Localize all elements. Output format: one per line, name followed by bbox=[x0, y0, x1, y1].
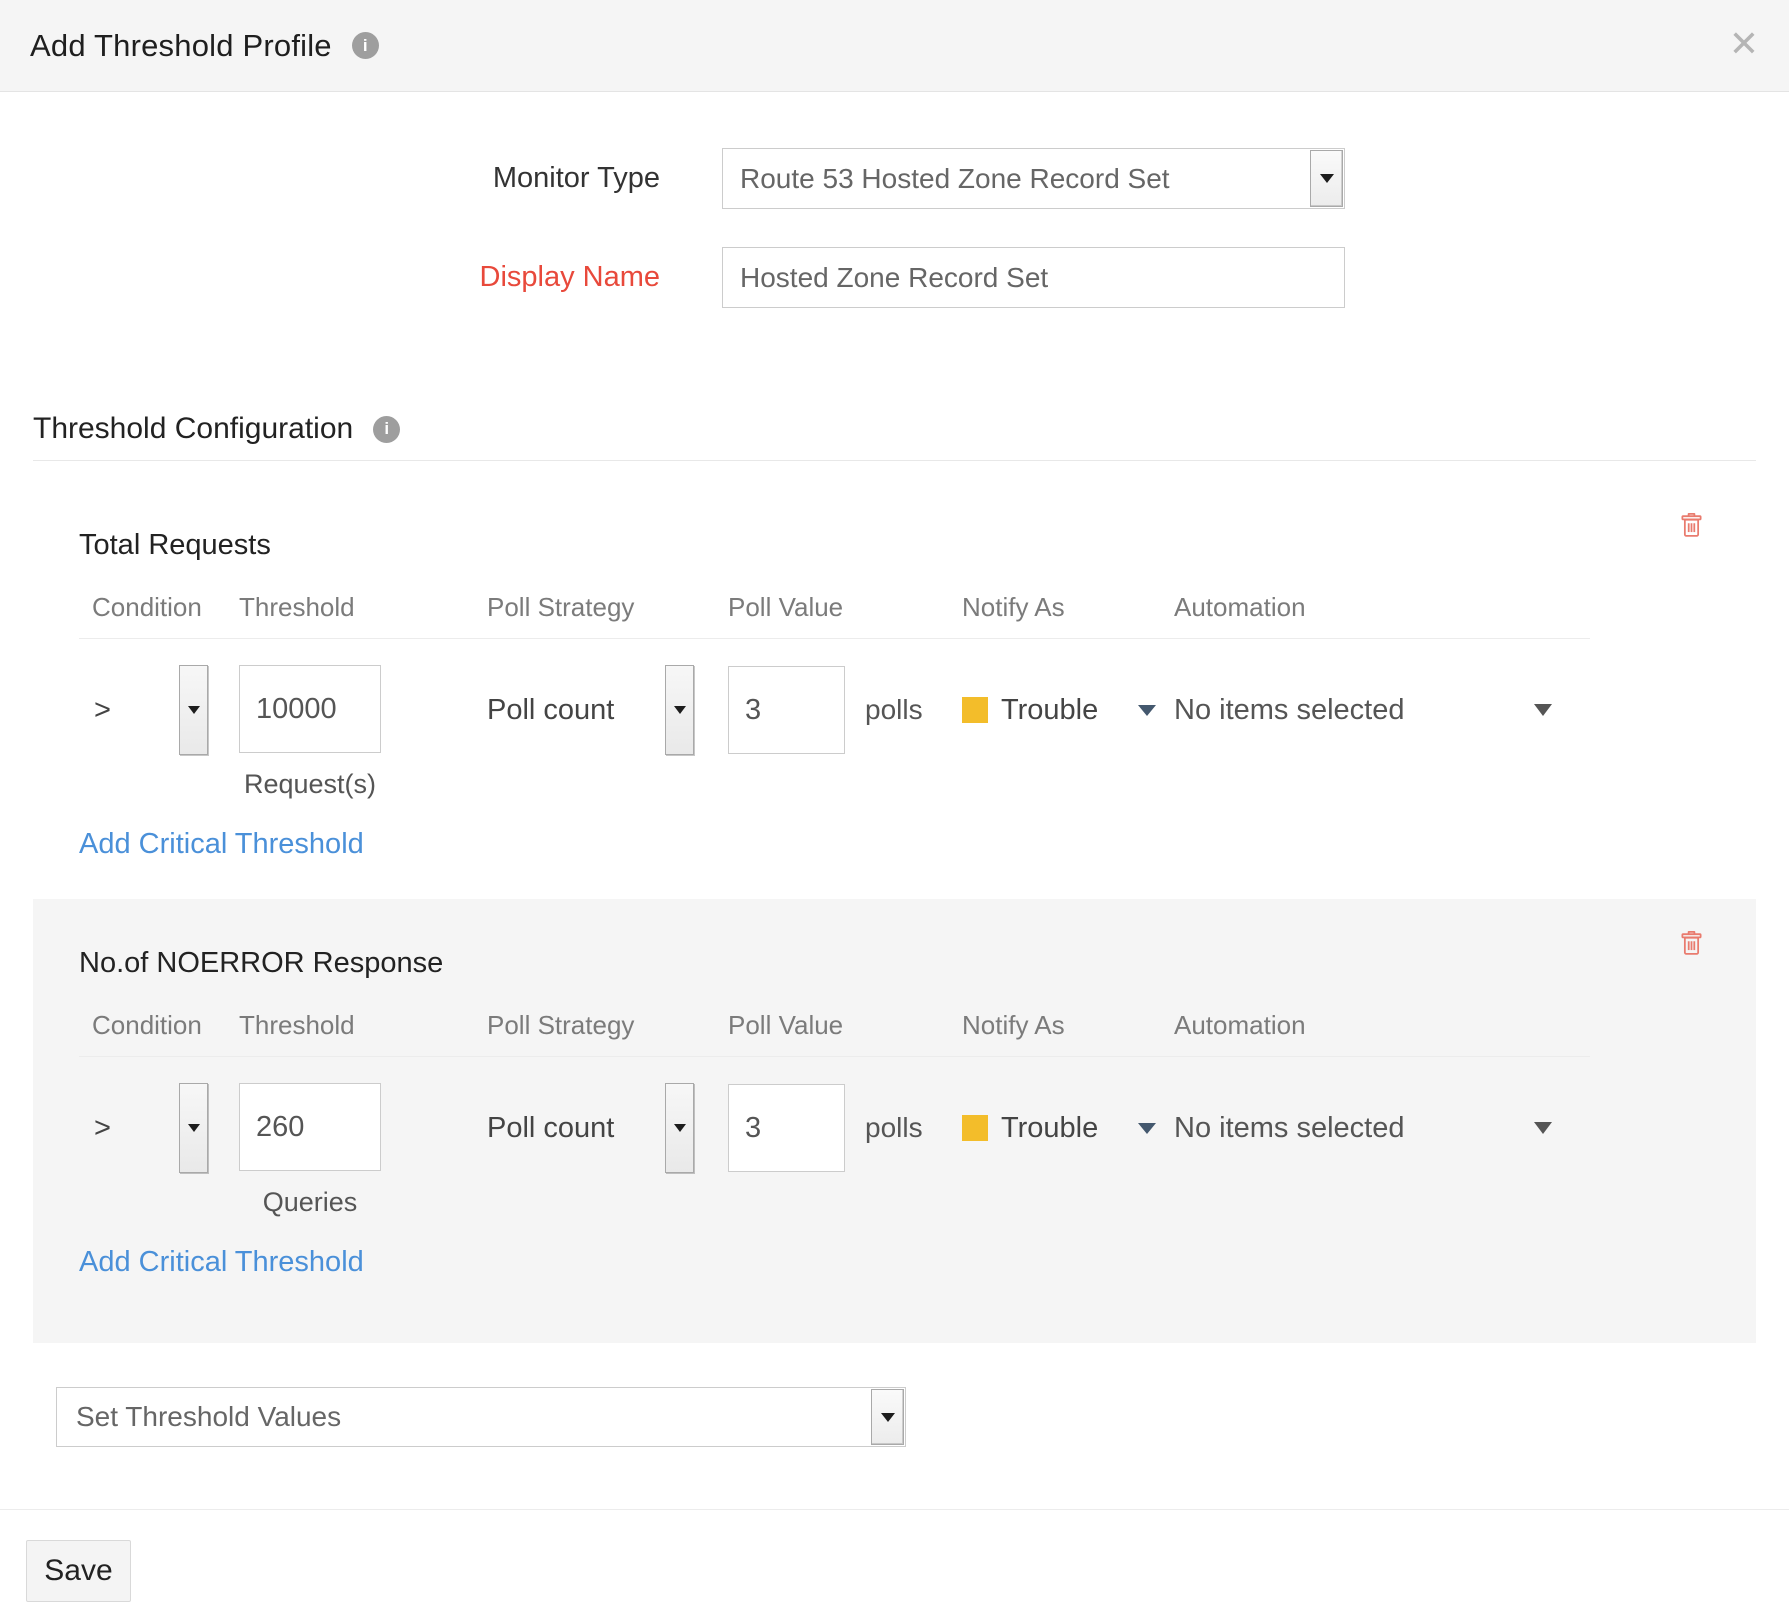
section-divider bbox=[33, 460, 1756, 461]
add-critical-threshold-link[interactable]: Add Critical Threshold bbox=[79, 828, 364, 861]
notify-as-select[interactable]: Trouble bbox=[962, 665, 1174, 755]
poll-value-cell: polls bbox=[728, 1083, 962, 1173]
chevron-down-icon bbox=[881, 1413, 895, 1422]
automation-value: No items selected bbox=[1174, 694, 1405, 727]
delete-metric-button[interactable] bbox=[1679, 511, 1704, 538]
poll-strategy-select[interactable]: Poll count bbox=[487, 1083, 728, 1173]
set-threshold-dropdown-button[interactable] bbox=[871, 1389, 904, 1445]
chevron-down-icon bbox=[188, 1124, 200, 1132]
threshold-unit: Request(s) bbox=[239, 769, 381, 800]
chevron-down-icon[interactable] bbox=[1138, 705, 1156, 716]
dialog-header: Add Threshold Profile i ✕ bbox=[0, 0, 1789, 92]
trouble-status-swatch bbox=[962, 1115, 988, 1141]
monitor-type-value: Route 53 Hosted Zone Record Set bbox=[723, 163, 1309, 195]
set-threshold-values-label: Set Threshold Values bbox=[57, 1401, 870, 1433]
chevron-down-icon bbox=[674, 1124, 686, 1132]
condition-select[interactable]: > bbox=[79, 665, 239, 755]
save-button[interactable]: Save bbox=[26, 1540, 131, 1602]
add-critical-threshold-link[interactable]: Add Critical Threshold bbox=[79, 1246, 364, 1279]
col-automation: Automation bbox=[1174, 592, 1590, 623]
metric-title: Total Requests bbox=[33, 529, 1756, 562]
display-name-field[interactable] bbox=[723, 248, 1344, 307]
col-notify-as: Notify As bbox=[962, 1010, 1174, 1041]
poll-strategy-value: Poll count bbox=[487, 694, 614, 727]
condition-select[interactable]: > bbox=[79, 1083, 239, 1173]
chevron-down-icon[interactable] bbox=[1534, 704, 1552, 716]
poll-unit-label: polls bbox=[865, 1112, 923, 1144]
threshold-cell: Request(s) bbox=[239, 665, 487, 800]
poll-strategy-value: Poll count bbox=[487, 1112, 614, 1145]
threshold-configuration-header: Threshold Configuration i bbox=[33, 412, 1789, 446]
col-notify-as: Notify As bbox=[962, 592, 1174, 623]
metric-title: No.of NOERROR Response bbox=[33, 947, 1756, 980]
chevron-down-icon bbox=[1320, 174, 1334, 183]
display-name-box bbox=[722, 247, 1345, 308]
metric-block-noerror-response: No.of NOERROR Response Condition Thresho… bbox=[33, 899, 1756, 1343]
condition-value: > bbox=[94, 1112, 111, 1145]
notify-as-value: Trouble bbox=[1001, 694, 1098, 727]
threshold-table: Condition Threshold Poll Strategy Poll V… bbox=[79, 1010, 1590, 1218]
set-threshold-values-select[interactable]: Set Threshold Values bbox=[56, 1387, 906, 1447]
poll-unit-label: polls bbox=[865, 694, 923, 726]
trouble-status-swatch bbox=[962, 697, 988, 723]
footer-divider bbox=[0, 1509, 1789, 1510]
col-automation: Automation bbox=[1174, 1010, 1590, 1041]
monitor-type-select[interactable]: Route 53 Hosted Zone Record Set bbox=[722, 148, 1345, 209]
metric-block-total-requests: Total Requests Condition Threshold Poll … bbox=[33, 481, 1756, 893]
display-name-row: Display Name bbox=[0, 247, 1789, 308]
poll-value-cell: polls bbox=[728, 665, 962, 755]
section-title: Threshold Configuration bbox=[33, 412, 353, 446]
threshold-table-header: Condition Threshold Poll Strategy Poll V… bbox=[79, 592, 1590, 639]
dialog-title: Add Threshold Profile bbox=[30, 28, 332, 64]
threshold-unit: Queries bbox=[239, 1187, 381, 1218]
close-icon[interactable]: ✕ bbox=[1729, 26, 1759, 62]
col-threshold: Threshold bbox=[239, 592, 487, 623]
threshold-row: > Request(s) Poll count polls bbox=[79, 665, 1590, 800]
col-threshold: Threshold bbox=[239, 1010, 487, 1041]
trash-icon bbox=[1679, 929, 1704, 956]
poll-strategy-dropdown-button[interactable] bbox=[665, 665, 694, 755]
poll-value-input[interactable] bbox=[728, 1084, 845, 1172]
threshold-cell: Queries bbox=[239, 1083, 487, 1218]
col-condition: Condition bbox=[79, 1010, 239, 1041]
threshold-table: Condition Threshold Poll Strategy Poll V… bbox=[79, 592, 1590, 800]
info-icon[interactable]: i bbox=[352, 32, 379, 59]
notify-as-select[interactable]: Trouble bbox=[962, 1083, 1174, 1173]
chevron-down-icon bbox=[188, 706, 200, 714]
threshold-row: > Queries Poll count polls bbox=[79, 1083, 1590, 1218]
poll-value-input[interactable] bbox=[728, 666, 845, 754]
poll-strategy-select[interactable]: Poll count bbox=[487, 665, 728, 755]
chevron-down-icon[interactable] bbox=[1534, 1122, 1552, 1134]
delete-metric-button[interactable] bbox=[1679, 929, 1704, 956]
col-condition: Condition bbox=[79, 592, 239, 623]
col-poll-value: Poll Value bbox=[728, 1010, 962, 1041]
info-icon[interactable]: i bbox=[373, 416, 400, 443]
threshold-input[interactable] bbox=[239, 665, 381, 753]
col-poll-strategy: Poll Strategy bbox=[487, 1010, 728, 1041]
condition-value: > bbox=[94, 694, 111, 727]
threshold-table-header: Condition Threshold Poll Strategy Poll V… bbox=[79, 1010, 1590, 1057]
display-name-label: Display Name bbox=[0, 261, 660, 294]
trash-icon bbox=[1679, 511, 1704, 538]
monitor-type-dropdown-button[interactable] bbox=[1310, 150, 1343, 207]
automation-value: No items selected bbox=[1174, 1112, 1405, 1145]
notify-as-value: Trouble bbox=[1001, 1112, 1098, 1145]
poll-strategy-dropdown-button[interactable] bbox=[665, 1083, 694, 1173]
monitor-type-label: Monitor Type bbox=[0, 162, 660, 195]
threshold-input[interactable] bbox=[239, 1083, 381, 1171]
condition-dropdown-button[interactable] bbox=[179, 1083, 208, 1173]
automation-select[interactable]: No items selected bbox=[1174, 1083, 1590, 1173]
chevron-down-icon[interactable] bbox=[1138, 1123, 1156, 1134]
monitor-type-row: Monitor Type Route 53 Hosted Zone Record… bbox=[0, 148, 1789, 209]
condition-dropdown-button[interactable] bbox=[179, 665, 208, 755]
automation-select[interactable]: No items selected bbox=[1174, 665, 1590, 755]
col-poll-value: Poll Value bbox=[728, 592, 962, 623]
chevron-down-icon bbox=[674, 706, 686, 714]
col-poll-strategy: Poll Strategy bbox=[487, 592, 728, 623]
